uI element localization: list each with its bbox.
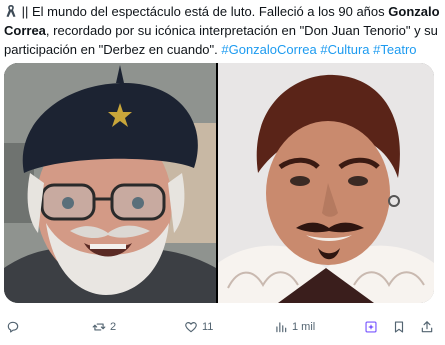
- share-button[interactable]: [420, 315, 434, 339]
- bookmark-icon: [394, 321, 404, 333]
- retweet-count: 2: [110, 321, 117, 333]
- hashtag-gonzalocorrea[interactable]: #GonzaloCorrea: [221, 42, 316, 57]
- views-count: 1 mil: [292, 321, 316, 333]
- photo-right[interactable]: [218, 63, 434, 303]
- grok-sparkle-icon: [365, 321, 377, 333]
- photo-portrait-older-man-beret: [4, 63, 216, 303]
- bar-chart-icon: [276, 322, 287, 333]
- views-button[interactable]: 1 mil: [274, 315, 315, 339]
- tweet-action-bar: 2 11 1 mil: [0, 315, 445, 339]
- share-icon: [421, 321, 433, 333]
- black-ribbon-emoji: [6, 5, 16, 17]
- retweet-icon: [92, 323, 106, 331]
- heart-icon: [185, 322, 197, 333]
- photo-left[interactable]: [4, 63, 216, 303]
- bookmark-button[interactable]: [392, 315, 406, 339]
- reply-button[interactable]: [6, 315, 24, 339]
- hashtag-teatro[interactable]: #Teatro: [373, 42, 416, 57]
- retweet-button[interactable]: 2: [92, 315, 116, 339]
- like-count: 11: [202, 321, 214, 333]
- like-button[interactable]: 11: [184, 315, 213, 339]
- tweet-text-intro: || El mundo del espectáculo está de luto…: [18, 4, 389, 19]
- photo-portrait-man-stage-costume: [218, 63, 434, 303]
- reply-icon: [7, 321, 19, 333]
- hashtag-cultura[interactable]: #Cultura: [320, 42, 369, 57]
- grok-button[interactable]: [364, 315, 378, 339]
- tweet-text: || El mundo del espectáculo está de luto…: [4, 2, 440, 59]
- media-grid[interactable]: [4, 63, 434, 303]
